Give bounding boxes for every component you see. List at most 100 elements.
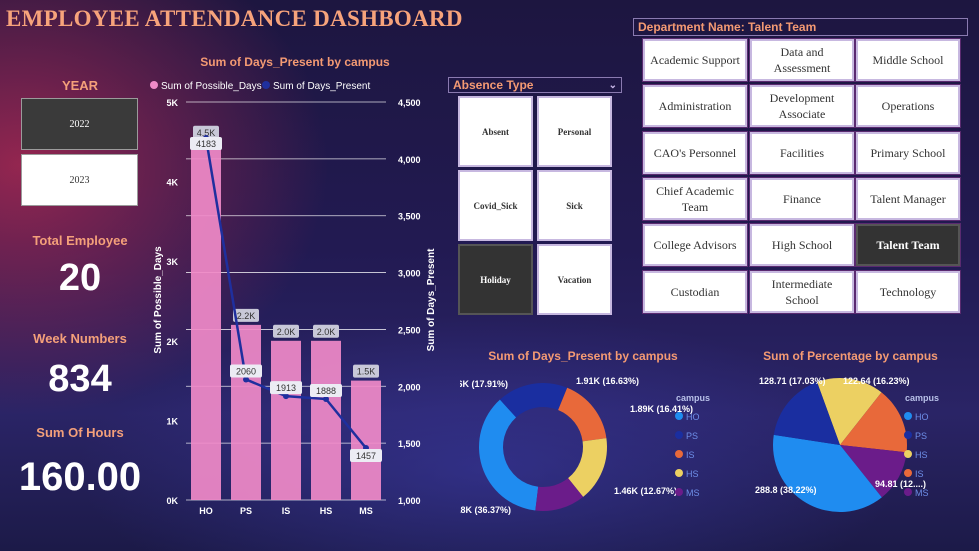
department-option-administration[interactable]: Administration bbox=[642, 84, 748, 128]
donut-data-label: 1.46K (12.67%) bbox=[614, 486, 677, 496]
bar-label: 2.0K bbox=[277, 327, 296, 337]
pie-data-label: 288.8 (38.22%) bbox=[755, 485, 817, 495]
x-tick-label: HO bbox=[199, 506, 213, 516]
week-numbers-value: 834 bbox=[48, 358, 112, 400]
department-option-cao-s-personnel[interactable]: CAO's Personnel bbox=[642, 131, 748, 175]
line-label: 2060 bbox=[236, 366, 256, 376]
line-label: 1457 bbox=[356, 451, 376, 461]
x-tick-label: IS bbox=[282, 506, 291, 516]
y-tick-label: 3K bbox=[166, 257, 178, 267]
department-option-custodian[interactable]: Custodian bbox=[642, 270, 748, 314]
y-axis-title: Sum of Possible_Days bbox=[153, 246, 164, 354]
absence-slicer-header[interactable]: Absence Type ⌄ bbox=[448, 77, 622, 93]
y2-tick-label: 4,500 bbox=[398, 98, 421, 108]
line-label: 4183 bbox=[196, 139, 216, 149]
department-option-operations[interactable]: Operations bbox=[855, 84, 961, 128]
donut-slice-is bbox=[558, 387, 607, 442]
sum-hours-label: Sum Of Hours bbox=[36, 425, 124, 440]
chevron-down-icon[interactable]: ⌄ bbox=[609, 80, 617, 91]
donut-chart-title: Sum of Days_Present by campus bbox=[488, 349, 678, 363]
y-tick-label: 1K bbox=[166, 416, 178, 426]
legend-label: HS bbox=[915, 450, 928, 460]
donut-data-label: 2.06K (17.91%) bbox=[460, 379, 508, 389]
legend-marker bbox=[904, 469, 912, 477]
dashboard-title: EMPLOYEE ATTENDANCE DASHBOARD bbox=[6, 6, 463, 31]
legend-marker bbox=[904, 412, 912, 420]
department-option-talent-team[interactable]: Talent Team bbox=[855, 223, 961, 267]
department-option-primary-school[interactable]: Primary School bbox=[855, 131, 961, 175]
bar-possible-days bbox=[351, 380, 381, 500]
absence-option-vacation[interactable]: Vacation bbox=[537, 244, 612, 315]
x-tick-label: PS bbox=[240, 506, 252, 516]
pie-chart: 288.8 (38.22%) 128.71 (17.03%) 122.64 (16.… bbox=[755, 376, 939, 512]
department-option-high-school[interactable]: High School bbox=[749, 223, 855, 267]
y-tick-label: 2K bbox=[166, 337, 178, 347]
legend-marker bbox=[904, 488, 912, 496]
donut-data-label: 1.91K (16.63%) bbox=[576, 376, 639, 386]
department-option-talent-manager[interactable]: Talent Manager bbox=[855, 177, 961, 221]
legend-label: HO bbox=[915, 412, 929, 422]
legend-label: HS bbox=[686, 469, 699, 479]
legend-label-possible-days: Sum of Possible_Days bbox=[161, 81, 262, 92]
legend-label: IS bbox=[686, 450, 695, 460]
department-option-finance[interactable]: Finance bbox=[749, 177, 855, 221]
department-option-facilities[interactable]: Facilities bbox=[749, 131, 855, 175]
absence-option-covid-sick[interactable]: Covid_Sick bbox=[458, 170, 533, 241]
y2-tick-label: 2,500 bbox=[398, 325, 421, 335]
legend-label-days-present: Sum of Days_Present bbox=[273, 81, 370, 92]
y-tick-label: 0K bbox=[166, 496, 178, 506]
legend-marker bbox=[675, 488, 683, 496]
y2-tick-label: 1,500 bbox=[398, 439, 421, 449]
donut-data-label: 4.18K (36.37%) bbox=[460, 505, 511, 515]
total-employee-value: 20 bbox=[58, 257, 102, 299]
week-numbers-label: Week Numbers bbox=[33, 331, 127, 346]
absence-slicer-label: Absence Type bbox=[453, 78, 534, 92]
pie-data-label: 122.64 (16.23%) bbox=[843, 376, 910, 386]
absence-option-sick[interactable]: Sick bbox=[537, 170, 612, 241]
department-option-development-associate[interactable]: Development Associate bbox=[749, 84, 855, 128]
total-employee-label: Total Employee bbox=[32, 233, 128, 248]
bar-possible-days bbox=[271, 340, 301, 500]
y2-tick-label: 3,500 bbox=[398, 212, 421, 222]
bar-label: 1.5K bbox=[357, 367, 376, 377]
donut-chart: 4.18K (36.37%) 2.06K (17.91%) 1.91K (16.63… bbox=[460, 376, 710, 515]
donut-data-label: 1.89K (16.41%) bbox=[630, 404, 693, 414]
department-option-middle-school[interactable]: Middle School bbox=[855, 38, 961, 82]
legend-marker bbox=[675, 431, 683, 439]
legend-marker bbox=[675, 450, 683, 458]
combo-chart: Sum of Possible_Days Sum of Days_Present 1… bbox=[150, 81, 437, 516]
legend-label: PS bbox=[915, 431, 927, 441]
absence-option-absent[interactable]: Absent bbox=[458, 96, 533, 167]
bar-possible-days bbox=[311, 340, 341, 500]
donut-slice-ho bbox=[479, 399, 539, 511]
line-label: 1913 bbox=[276, 383, 296, 393]
year-option-2023[interactable]: 2023 bbox=[21, 154, 138, 206]
x-tick-label: HS bbox=[320, 506, 333, 516]
department-slicer-label: Department Name: Talent Team bbox=[638, 20, 817, 34]
year-label: YEAR bbox=[61, 78, 99, 93]
absence-option-holiday[interactable]: Holiday bbox=[458, 244, 533, 315]
legend-marker-possible-days bbox=[150, 81, 158, 89]
department-option-academic-support[interactable]: Academic Support bbox=[642, 38, 748, 82]
legend-title: campus bbox=[905, 393, 939, 403]
combo-chart-title: Sum of Days_Present by campus bbox=[200, 55, 390, 69]
pie-data-label: 128.71 (17.03%) bbox=[759, 376, 826, 386]
y-tick-label: 4K bbox=[166, 178, 178, 188]
year-option-2022[interactable]: 2022 bbox=[21, 98, 138, 150]
department-option-technology[interactable]: Technology bbox=[855, 270, 961, 314]
department-slicer-header[interactable]: Department Name: Talent Team bbox=[633, 18, 968, 36]
y2-axis-title: Sum of Days_Present bbox=[426, 248, 437, 351]
legend-label: PS bbox=[686, 431, 698, 441]
department-option-college-advisors[interactable]: College Advisors bbox=[642, 223, 748, 267]
department-option-chief-academic-team[interactable]: Chief Academic Team bbox=[642, 177, 748, 221]
department-option-data-and-assessment[interactable]: Data and Assessment bbox=[749, 38, 855, 82]
department-option-intermediate-school[interactable]: Intermediate School bbox=[749, 270, 855, 314]
legend-marker-days-present bbox=[262, 81, 270, 89]
bar-label: 2.2K bbox=[237, 311, 256, 321]
absence-option-personal[interactable]: Personal bbox=[537, 96, 612, 167]
y2-tick-label: 3,000 bbox=[398, 269, 421, 279]
y-tick-label: 5K bbox=[166, 98, 178, 108]
pie-chart-title: Sum of Percentage by campus bbox=[763, 349, 938, 363]
y2-tick-label: 1,000 bbox=[398, 496, 421, 506]
legend-label: MS bbox=[915, 488, 929, 498]
